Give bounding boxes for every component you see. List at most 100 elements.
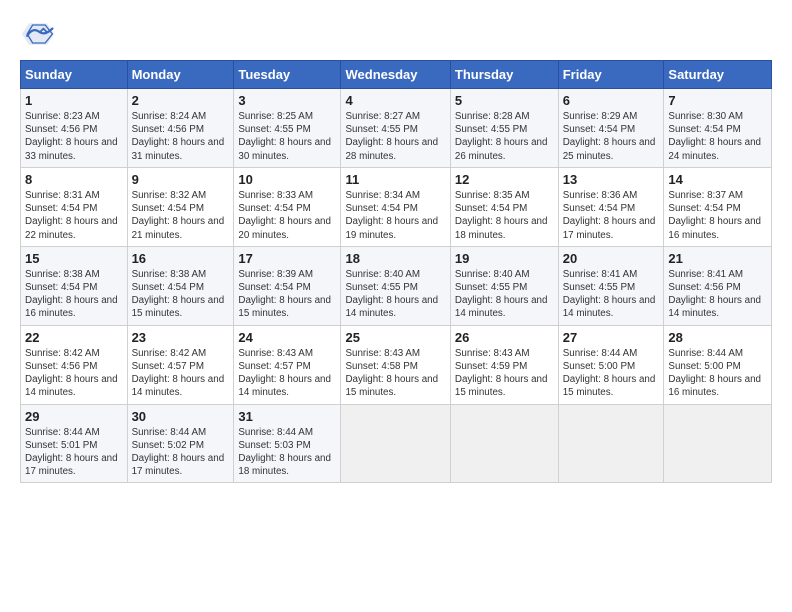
- weekday-header-wednesday: Wednesday: [341, 61, 450, 89]
- day-number: 24: [238, 330, 336, 345]
- day-info: Sunrise: 8:38 AM Sunset: 4:54 PM Dayligh…: [132, 268, 230, 321]
- calendar-cell: 25 Sunrise: 8:43 AM Sunset: 4:58 PM Dayl…: [341, 325, 450, 404]
- day-number: 9: [132, 172, 230, 187]
- calendar-cell: 29 Sunrise: 8:44 AM Sunset: 5:01 PM Dayl…: [21, 404, 128, 483]
- day-info: Sunrise: 8:44 AM Sunset: 5:01 PM Dayligh…: [25, 426, 123, 479]
- calendar-cell: 2 Sunrise: 8:24 AM Sunset: 4:56 PM Dayli…: [127, 89, 234, 168]
- day-info: Sunrise: 8:44 AM Sunset: 5:03 PM Dayligh…: [238, 426, 336, 479]
- day-number: 13: [563, 172, 660, 187]
- calendar-cell: 7 Sunrise: 8:30 AM Sunset: 4:54 PM Dayli…: [664, 89, 772, 168]
- day-number: 12: [455, 172, 554, 187]
- day-number: 25: [345, 330, 445, 345]
- day-number: 17: [238, 251, 336, 266]
- calendar-cell: 6 Sunrise: 8:29 AM Sunset: 4:54 PM Dayli…: [558, 89, 664, 168]
- day-number: 16: [132, 251, 230, 266]
- calendar-cell: 11 Sunrise: 8:34 AM Sunset: 4:54 PM Dayl…: [341, 167, 450, 246]
- calendar-cell: 24 Sunrise: 8:43 AM Sunset: 4:57 PM Dayl…: [234, 325, 341, 404]
- day-info: Sunrise: 8:41 AM Sunset: 4:55 PM Dayligh…: [563, 268, 660, 321]
- calendar-cell: 3 Sunrise: 8:25 AM Sunset: 4:55 PM Dayli…: [234, 89, 341, 168]
- day-info: Sunrise: 8:30 AM Sunset: 4:54 PM Dayligh…: [668, 110, 767, 163]
- calendar-cell: 12 Sunrise: 8:35 AM Sunset: 4:54 PM Dayl…: [450, 167, 558, 246]
- day-info: Sunrise: 8:29 AM Sunset: 4:54 PM Dayligh…: [563, 110, 660, 163]
- calendar-week-1: 1 Sunrise: 8:23 AM Sunset: 4:56 PM Dayli…: [21, 89, 772, 168]
- calendar-cell: 30 Sunrise: 8:44 AM Sunset: 5:02 PM Dayl…: [127, 404, 234, 483]
- calendar-cell: 14 Sunrise: 8:37 AM Sunset: 4:54 PM Dayl…: [664, 167, 772, 246]
- calendar-cell: 27 Sunrise: 8:44 AM Sunset: 5:00 PM Dayl…: [558, 325, 664, 404]
- day-number: 20: [563, 251, 660, 266]
- calendar-cell: [664, 404, 772, 483]
- calendar-cell: 17 Sunrise: 8:39 AM Sunset: 4:54 PM Dayl…: [234, 246, 341, 325]
- logo: [20, 16, 62, 52]
- calendar-week-4: 22 Sunrise: 8:42 AM Sunset: 4:56 PM Dayl…: [21, 325, 772, 404]
- day-info: Sunrise: 8:34 AM Sunset: 4:54 PM Dayligh…: [345, 189, 445, 242]
- calendar-cell: 26 Sunrise: 8:43 AM Sunset: 4:59 PM Dayl…: [450, 325, 558, 404]
- day-number: 23: [132, 330, 230, 345]
- day-number: 2: [132, 93, 230, 108]
- day-info: Sunrise: 8:24 AM Sunset: 4:56 PM Dayligh…: [132, 110, 230, 163]
- calendar-cell: 13 Sunrise: 8:36 AM Sunset: 4:54 PM Dayl…: [558, 167, 664, 246]
- calendar-cell: 4 Sunrise: 8:27 AM Sunset: 4:55 PM Dayli…: [341, 89, 450, 168]
- day-number: 4: [345, 93, 445, 108]
- weekday-header-monday: Monday: [127, 61, 234, 89]
- day-number: 26: [455, 330, 554, 345]
- page: SundayMondayTuesdayWednesdayThursdayFrid…: [0, 0, 792, 612]
- day-number: 21: [668, 251, 767, 266]
- day-info: Sunrise: 8:40 AM Sunset: 4:55 PM Dayligh…: [455, 268, 554, 321]
- day-info: Sunrise: 8:25 AM Sunset: 4:55 PM Dayligh…: [238, 110, 336, 163]
- day-number: 14: [668, 172, 767, 187]
- day-info: Sunrise: 8:42 AM Sunset: 4:56 PM Dayligh…: [25, 347, 123, 400]
- day-info: Sunrise: 8:36 AM Sunset: 4:54 PM Dayligh…: [563, 189, 660, 242]
- day-info: Sunrise: 8:44 AM Sunset: 5:00 PM Dayligh…: [668, 347, 767, 400]
- calendar-cell: 16 Sunrise: 8:38 AM Sunset: 4:54 PM Dayl…: [127, 246, 234, 325]
- calendar-cell: 21 Sunrise: 8:41 AM Sunset: 4:56 PM Dayl…: [664, 246, 772, 325]
- day-info: Sunrise: 8:23 AM Sunset: 4:56 PM Dayligh…: [25, 110, 123, 163]
- day-number: 6: [563, 93, 660, 108]
- day-number: 11: [345, 172, 445, 187]
- day-info: Sunrise: 8:28 AM Sunset: 4:55 PM Dayligh…: [455, 110, 554, 163]
- calendar-cell: 9 Sunrise: 8:32 AM Sunset: 4:54 PM Dayli…: [127, 167, 234, 246]
- day-info: Sunrise: 8:27 AM Sunset: 4:55 PM Dayligh…: [345, 110, 445, 163]
- day-info: Sunrise: 8:37 AM Sunset: 4:54 PM Dayligh…: [668, 189, 767, 242]
- day-number: 1: [25, 93, 123, 108]
- header: [20, 16, 772, 52]
- day-number: 15: [25, 251, 123, 266]
- calendar-cell: 28 Sunrise: 8:44 AM Sunset: 5:00 PM Dayl…: [664, 325, 772, 404]
- day-number: 8: [25, 172, 123, 187]
- day-info: Sunrise: 8:33 AM Sunset: 4:54 PM Dayligh…: [238, 189, 336, 242]
- day-number: 28: [668, 330, 767, 345]
- calendar-cell: 18 Sunrise: 8:40 AM Sunset: 4:55 PM Dayl…: [341, 246, 450, 325]
- calendar-cell: 20 Sunrise: 8:41 AM Sunset: 4:55 PM Dayl…: [558, 246, 664, 325]
- calendar-cell: [341, 404, 450, 483]
- day-info: Sunrise: 8:43 AM Sunset: 4:58 PM Dayligh…: [345, 347, 445, 400]
- day-info: Sunrise: 8:41 AM Sunset: 4:56 PM Dayligh…: [668, 268, 767, 321]
- calendar-cell: [450, 404, 558, 483]
- weekday-header-friday: Friday: [558, 61, 664, 89]
- day-info: Sunrise: 8:44 AM Sunset: 5:02 PM Dayligh…: [132, 426, 230, 479]
- day-number: 3: [238, 93, 336, 108]
- day-info: Sunrise: 8:40 AM Sunset: 4:55 PM Dayligh…: [345, 268, 445, 321]
- calendar-cell: 1 Sunrise: 8:23 AM Sunset: 4:56 PM Dayli…: [21, 89, 128, 168]
- day-number: 7: [668, 93, 767, 108]
- day-info: Sunrise: 8:32 AM Sunset: 4:54 PM Dayligh…: [132, 189, 230, 242]
- weekday-header-sunday: Sunday: [21, 61, 128, 89]
- day-number: 19: [455, 251, 554, 266]
- day-info: Sunrise: 8:31 AM Sunset: 4:54 PM Dayligh…: [25, 189, 123, 242]
- calendar-cell: 5 Sunrise: 8:28 AM Sunset: 4:55 PM Dayli…: [450, 89, 558, 168]
- calendar-cell: 31 Sunrise: 8:44 AM Sunset: 5:03 PM Dayl…: [234, 404, 341, 483]
- calendar-week-5: 29 Sunrise: 8:44 AM Sunset: 5:01 PM Dayl…: [21, 404, 772, 483]
- day-number: 5: [455, 93, 554, 108]
- calendar-cell: 22 Sunrise: 8:42 AM Sunset: 4:56 PM Dayl…: [21, 325, 128, 404]
- day-info: Sunrise: 8:42 AM Sunset: 4:57 PM Dayligh…: [132, 347, 230, 400]
- day-number: 22: [25, 330, 123, 345]
- weekday-header-row: SundayMondayTuesdayWednesdayThursdayFrid…: [21, 61, 772, 89]
- day-number: 18: [345, 251, 445, 266]
- day-info: Sunrise: 8:39 AM Sunset: 4:54 PM Dayligh…: [238, 268, 336, 321]
- day-number: 27: [563, 330, 660, 345]
- calendar-week-2: 8 Sunrise: 8:31 AM Sunset: 4:54 PM Dayli…: [21, 167, 772, 246]
- day-number: 31: [238, 409, 336, 424]
- calendar-cell: 8 Sunrise: 8:31 AM Sunset: 4:54 PM Dayli…: [21, 167, 128, 246]
- day-number: 30: [132, 409, 230, 424]
- day-number: 29: [25, 409, 123, 424]
- calendar-week-3: 15 Sunrise: 8:38 AM Sunset: 4:54 PM Dayl…: [21, 246, 772, 325]
- weekday-header-tuesday: Tuesday: [234, 61, 341, 89]
